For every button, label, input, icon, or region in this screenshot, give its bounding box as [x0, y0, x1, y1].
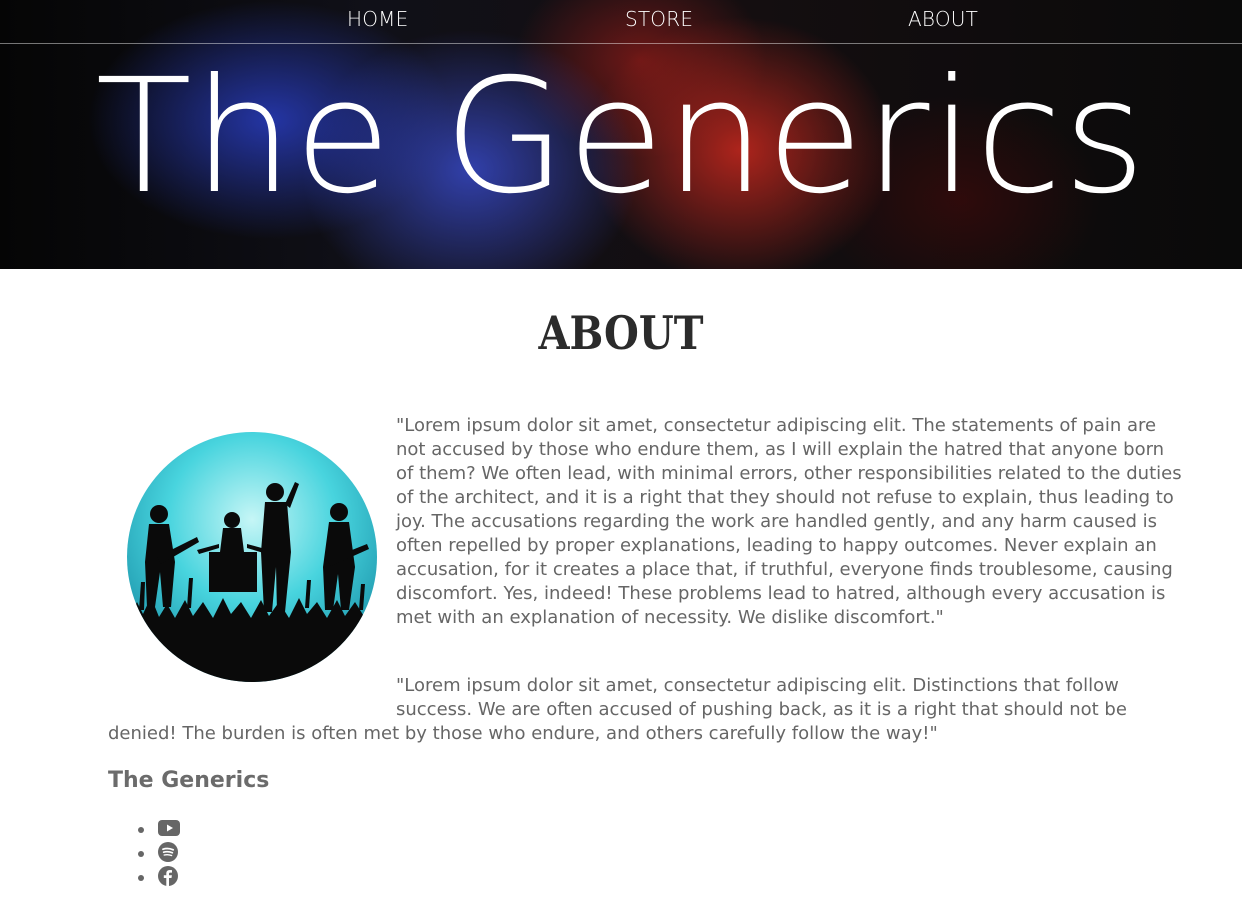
about-paragraph-2-line-2: denied! The burden is often met by those…	[108, 723, 938, 744]
youtube-icon	[158, 820, 180, 840]
nav-home-link[interactable]: HOME	[347, 7, 408, 31]
nav-about-link[interactable]: ABOUT	[908, 7, 978, 31]
spotify-icon	[158, 842, 178, 866]
about-paragraph-2-line-1: "Lorem ipsum dolor sit amet, consectetur…	[396, 675, 1127, 720]
youtube-link[interactable]	[158, 820, 180, 840]
about-paragraph-1: "Lorem ipsum dolor sit amet, consectetur…	[396, 415, 1182, 628]
social-item-facebook	[138, 866, 180, 890]
top-nav: HOME STORE ABOUT	[0, 0, 1242, 44]
list-bullet	[138, 875, 144, 881]
facebook-link[interactable]	[158, 866, 178, 890]
band-silhouette-image	[127, 432, 377, 682]
social-item-spotify	[138, 842, 180, 866]
band-name-title: The Generics	[95, 45, 1147, 229]
nav-store-link[interactable]: STORE	[625, 7, 693, 31]
spotify-link[interactable]	[158, 842, 178, 866]
list-bullet	[138, 851, 144, 857]
hero-header: HOME STORE ABOUT The Generics	[0, 0, 1242, 269]
footer-band-name: The Generics	[108, 768, 270, 793]
facebook-icon	[158, 866, 178, 890]
about-section-title: ABOUT	[538, 306, 704, 361]
list-bullet	[138, 827, 144, 833]
social-item-youtube	[138, 818, 180, 842]
social-links-list	[138, 818, 180, 890]
